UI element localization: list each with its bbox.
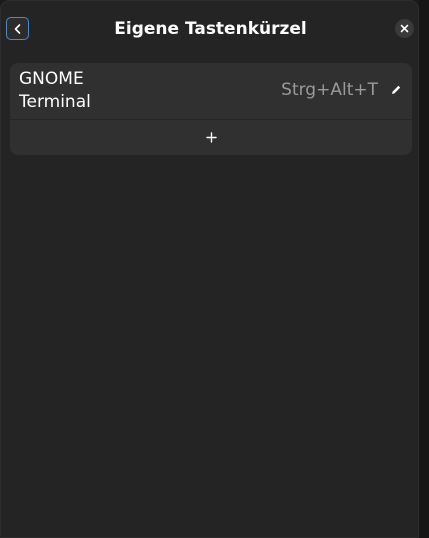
shortcut-row[interactable]: GNOME Terminal Strg+Alt+T: [10, 63, 412, 119]
pencil-icon: [392, 85, 401, 94]
back-button[interactable]: [6, 17, 29, 40]
add-shortcut-button[interactable]: [10, 120, 412, 155]
shortcut-name-line2: Terminal: [19, 92, 91, 112]
page-title: Eigene Tastenkürzel: [114, 19, 307, 39]
chevron-left-icon: [14, 23, 20, 34]
close-icon: [400, 24, 409, 33]
background-strip: [419, 0, 429, 538]
edit-shortcut-button[interactable]: [387, 81, 405, 99]
plus-icon: [205, 132, 217, 143]
close-button[interactable]: [395, 19, 414, 38]
header-bar: Eigene Tastenkürzel: [1, 1, 420, 57]
shortcut-accelerator: Strg+Alt+T: [281, 80, 378, 100]
shortcut-name: GNOME Terminal: [19, 68, 139, 114]
shortcut-name-line1: GNOME: [19, 69, 84, 89]
shortcut-list: GNOME Terminal Strg+Alt+T: [10, 63, 412, 155]
custom-shortcuts-dialog: Eigene Tastenkürzel GNOME Terminal Strg+…: [0, 0, 419, 538]
